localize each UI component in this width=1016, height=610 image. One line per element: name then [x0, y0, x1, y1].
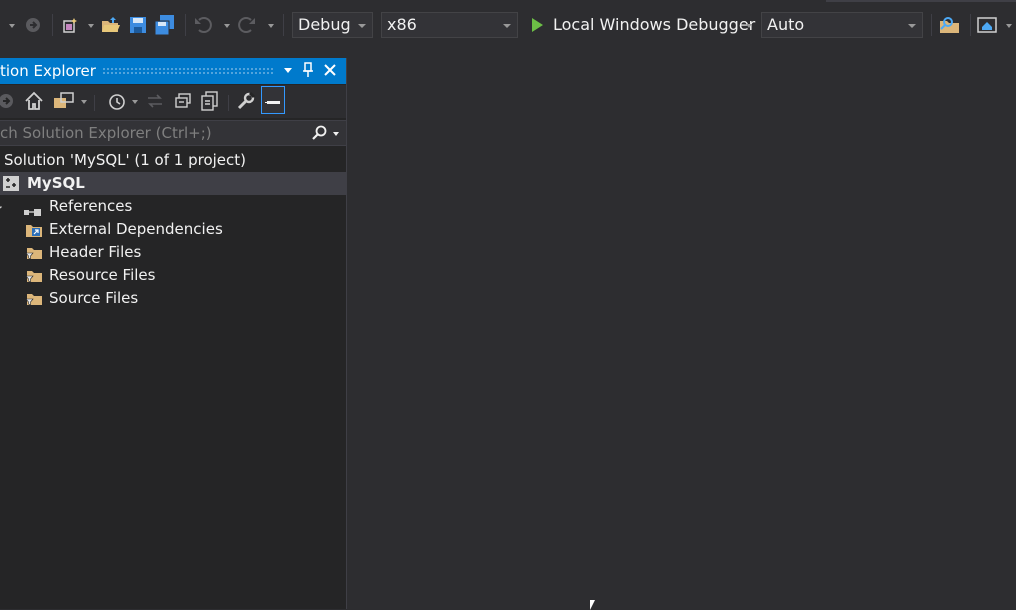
- project-node-label: MySQL: [27, 174, 85, 192]
- toolbar-overflow-arrow[interactable]: [1006, 24, 1012, 28]
- tree-item-label: External Dependencies: [49, 220, 223, 238]
- sync-with-active-document-icon[interactable]: [146, 92, 166, 110]
- open-file-icon[interactable]: [100, 15, 122, 35]
- start-debugging-button[interactable]: Local Windows Debugger: [553, 13, 755, 37]
- search-input[interactable]: ch Solution Explorer (Ctrl+;): [0, 123, 212, 143]
- chevron-down-icon: [358, 24, 366, 28]
- search-icon[interactable]: [311, 125, 329, 143]
- cpp-project-icon: [2, 175, 20, 192]
- tree-item-label: Header Files: [49, 243, 142, 261]
- tree-item-label: Source Files: [49, 289, 139, 307]
- tree-item-label: References: [49, 197, 133, 215]
- solution-explorer-title-bar[interactable]: tion Explorer: [0, 58, 346, 84]
- save-all-icon[interactable]: [154, 14, 176, 36]
- filter-folder-icon: [25, 291, 43, 306]
- preview-selected-items-button[interactable]: [261, 86, 285, 114]
- solution-explorer-panel: tion Explorer ch Solution Explorer (Ctrl…: [0, 58, 346, 609]
- external-deps-folder-icon: [25, 221, 43, 238]
- properties-wrench-icon[interactable]: [236, 91, 256, 111]
- search-options-chevron-down-icon[interactable]: [333, 132, 339, 136]
- switch-views-icon[interactable]: [53, 91, 75, 111]
- chevron-down-icon: [908, 24, 916, 28]
- filter-folder-icon: [25, 268, 43, 283]
- show-all-files-icon[interactable]: [200, 91, 220, 111]
- panel-splitter[interactable]: [346, 58, 347, 609]
- close-icon[interactable]: [322, 62, 340, 80]
- redo-dropdown-arrow[interactable]: [268, 24, 274, 28]
- tree-row-external-dependencies[interactable]: External Dependencies: [0, 218, 346, 241]
- references-icon: [24, 202, 42, 216]
- debug-target-dropdown-arrow[interactable]: [746, 24, 752, 28]
- tree-row-resource-files[interactable]: Resource Files: [0, 264, 346, 287]
- solution-platform-value: x86: [387, 15, 417, 34]
- tree-row-source-files[interactable]: Source Files: [0, 287, 346, 310]
- toolbar-separator: [52, 14, 53, 36]
- solution-node-label: Solution 'MySQL' (1 of 1 project): [4, 151, 247, 169]
- redo-icon[interactable]: [236, 15, 258, 35]
- toolbar-top-divider: [826, 0, 1016, 2]
- panel-title: tion Explorer: [0, 62, 96, 80]
- tree-row-references[interactable]: References: [0, 195, 346, 218]
- window-position-chevron-down-icon[interactable]: [284, 68, 292, 73]
- toolbar-separator: [94, 95, 95, 111]
- solution-explorer-search-box[interactable]: ch Solution Explorer (Ctrl+;): [0, 120, 346, 146]
- debugger-type-value: Auto: [767, 15, 805, 34]
- main-toolbar: Debug x86 Local Windows Debugger Auto: [0, 0, 1016, 50]
- home-icon[interactable]: [24, 91, 46, 111]
- pending-changes-filter-icon[interactable]: [107, 91, 129, 111]
- solution-configuration-combo[interactable]: Debug: [292, 12, 373, 38]
- tree-row-project[interactable]: MySQL: [0, 172, 346, 195]
- expand-arrow-inner: [0, 203, 1, 209]
- tree-item-label: Resource Files: [49, 266, 156, 284]
- find-in-files-icon[interactable]: [938, 14, 962, 36]
- collapse-all-icon[interactable]: [174, 92, 194, 110]
- new-project-icon[interactable]: [60, 15, 80, 35]
- tree-row-solution[interactable]: Solution 'MySQL' (1 of 1 project): [0, 149, 346, 172]
- undo-icon[interactable]: [192, 15, 214, 35]
- filter-dropdown-arrow[interactable]: [132, 100, 138, 104]
- forward-icon[interactable]: [0, 93, 16, 109]
- toolbar-separator: [931, 14, 932, 36]
- toolbar-separator: [185, 14, 186, 36]
- navigate-forward-icon[interactable]: [24, 16, 42, 34]
- filter-folder-icon: [25, 245, 43, 260]
- drag-grip[interactable]: [102, 67, 274, 74]
- preview-icon: [267, 101, 280, 104]
- pin-icon[interactable]: [301, 62, 317, 80]
- preview-icon-tick: [265, 102, 268, 103]
- solution-platform-combo[interactable]: x86: [381, 12, 518, 38]
- switch-views-dropdown-arrow[interactable]: [81, 100, 87, 104]
- undo-dropdown-arrow[interactable]: [224, 24, 230, 28]
- new-item-dropdown-arrow[interactable]: [88, 24, 94, 28]
- solution-explorer-toolbar: [0, 85, 346, 118]
- start-page-icon[interactable]: [976, 15, 998, 35]
- save-icon[interactable]: [128, 15, 148, 35]
- chevron-down-icon: [503, 24, 511, 28]
- editor-area: [347, 50, 1016, 609]
- toolbar-separator: [283, 14, 284, 36]
- toolbar-separator: [228, 95, 229, 111]
- back-dropdown-arrow[interactable]: [9, 24, 15, 28]
- debugger-type-combo[interactable]: Auto: [761, 12, 923, 38]
- play-icon[interactable]: [530, 17, 544, 33]
- toolbar-separator: [970, 14, 971, 36]
- tree-row-header-files[interactable]: Header Files: [0, 241, 346, 264]
- solution-configuration-value: Debug: [298, 15, 351, 34]
